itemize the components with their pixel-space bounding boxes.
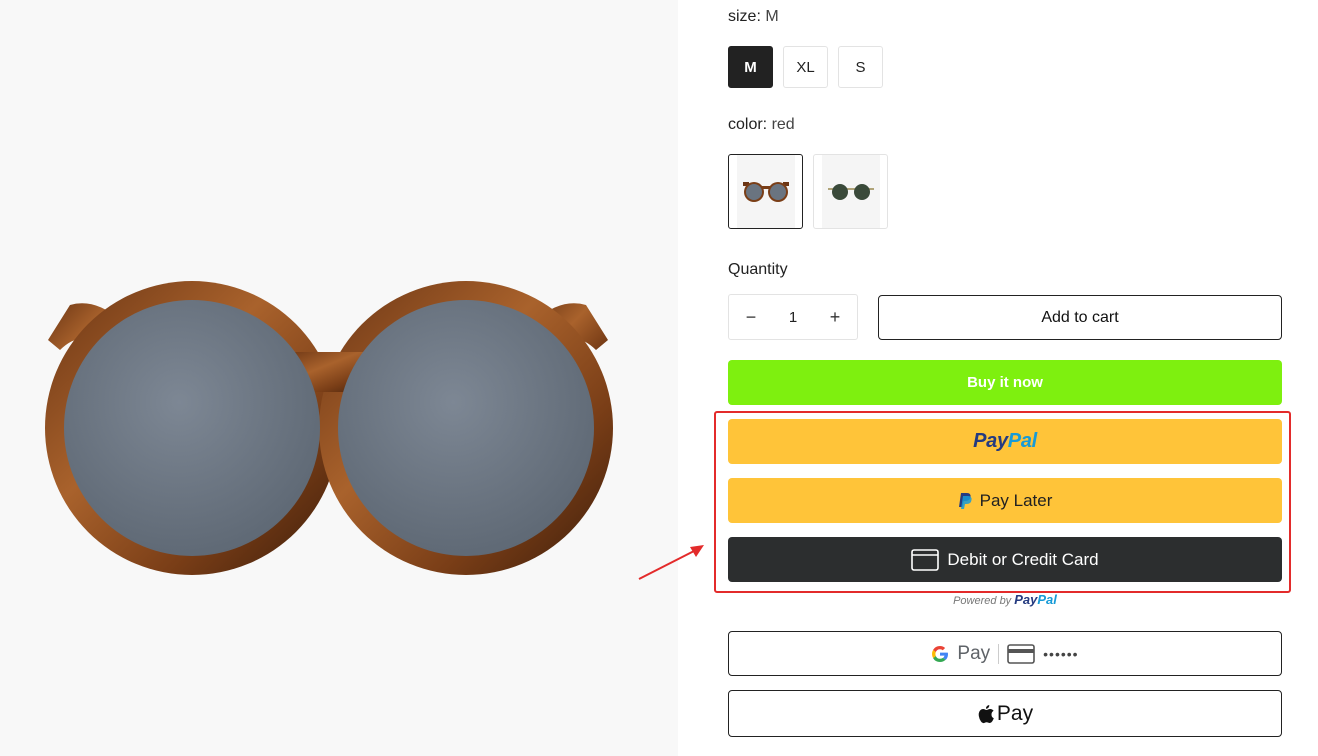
quantity-label: Quantity [728, 261, 788, 278]
apple-icon [978, 704, 994, 723]
quantity-increase-button[interactable]: + [823, 305, 847, 329]
buy-now-button[interactable]: Buy it now [728, 360, 1282, 405]
quantity-stepper: − 1 + [728, 294, 858, 340]
color-label: color: red [728, 116, 795, 133]
size-option-xl[interactable]: XL [783, 46, 828, 88]
size-option-s[interactable]: S [838, 46, 883, 88]
quantity-decrease-button[interactable]: − [739, 305, 763, 329]
red-sunglasses-thumb [736, 155, 795, 228]
color-swatch-red[interactable] [728, 154, 803, 229]
google-g-icon [932, 645, 949, 662]
size-option-m[interactable]: M [728, 46, 773, 88]
google-pay-button[interactable]: Pay •••••• [728, 631, 1282, 676]
color-swatch-green[interactable] [813, 154, 888, 229]
add-to-cart-button[interactable]: Add to cart [878, 295, 1282, 340]
annotation-arrow-icon [638, 545, 704, 580]
product-image-panel [0, 0, 678, 756]
green-sunglasses-thumb [821, 155, 880, 228]
divider [998, 643, 1000, 664]
powered-by-paypal: Powered by PayPal [953, 592, 1057, 607]
sunglasses-image [45, 281, 613, 575]
annotation-highlight-box [714, 411, 1291, 593]
quantity-input[interactable]: 1 [789, 309, 797, 326]
card-icon [1007, 643, 1035, 664]
apple-pay-button[interactable]: Pay [728, 690, 1282, 737]
size-label: size: M [728, 8, 779, 25]
